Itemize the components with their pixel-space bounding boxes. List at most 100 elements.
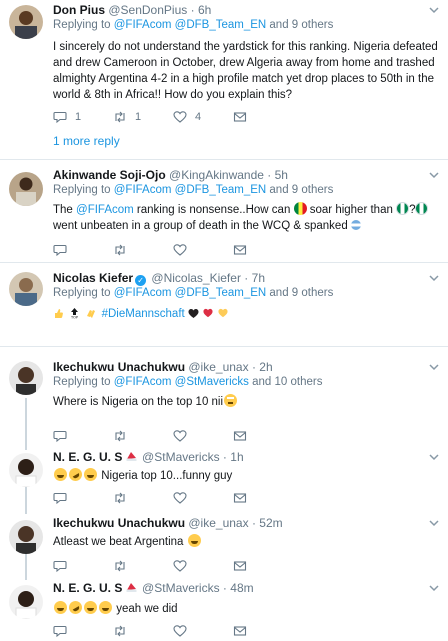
retweet-icon: [115, 492, 125, 504]
like-button[interactable]: 4: [173, 109, 201, 125]
avatar[interactable]: [9, 172, 43, 206]
display-name[interactable]: Don Pius: [53, 3, 105, 17]
rolling-eyes-emoji-icon: [224, 394, 238, 407]
tweet-text: The @FIFAcom ranking is nonsense..How ca…: [53, 202, 440, 234]
mention-link[interactable]: @DFB_Team_EN: [175, 287, 267, 299]
reply-button[interactable]: [53, 490, 67, 506]
tweet-header: Ikechukwu Unachukwu @ike_unax · 52m: [53, 515, 440, 531]
tweet-actions: [53, 623, 293, 639]
reply-button[interactable]: [53, 558, 67, 574]
avatar[interactable]: [9, 5, 43, 39]
mention-link[interactable]: @FIFAcom: [114, 184, 172, 196]
retweet-button[interactable]: [113, 490, 127, 506]
red-heart-icon: [203, 308, 213, 318]
reply-icon: [53, 244, 67, 257]
mention-link[interactable]: @FIFAcom: [114, 287, 172, 299]
username[interactable]: @StMavericks: [142, 450, 220, 464]
mention-link[interactable]: @DFB_Team_EN: [175, 184, 267, 196]
like-button[interactable]: [173, 623, 187, 639]
rofl-emoji-icon: [66, 598, 85, 617]
chevron-down-icon[interactable]: [428, 361, 440, 373]
tweet[interactable]: Akinwande Soji-Ojo @KingAkinwande · 5h R…: [0, 160, 448, 263]
more-replies-link[interactable]: 1 more reply: [53, 134, 120, 148]
replying-label: Replying to: [53, 376, 111, 388]
message-button[interactable]: [233, 490, 247, 506]
username[interactable]: @SenDonPius: [108, 3, 187, 17]
reply-button[interactable]: [53, 623, 67, 639]
avatar[interactable]: [9, 272, 43, 306]
replying-label: Replying to: [53, 19, 111, 31]
display-name[interactable]: Ikechukwu Unachukwu: [53, 516, 185, 530]
tweet-text: Atleast we beat Argentina: [53, 534, 440, 550]
mention-link[interactable]: @StMavericks: [175, 376, 249, 388]
timestamp[interactable]: 7h: [252, 271, 265, 285]
chevron-down-icon[interactable]: [428, 169, 440, 181]
display-name[interactable]: N. E. G. U. S: [53, 450, 122, 464]
display-name[interactable]: Akinwande Soji-Ojo: [53, 168, 166, 182]
retweet-button[interactable]: [113, 242, 127, 258]
timestamp[interactable]: 48m: [230, 581, 253, 595]
tweet[interactable]: Ikechukwu Unachukwu @ike_unax · 52m Atle…: [0, 510, 448, 576]
chevron-down-icon[interactable]: [428, 582, 440, 594]
tweet[interactable]: Nicolas Kiefer ✓ @Nicolas_Kiefer · 7h Rep…: [0, 263, 448, 347]
reply-button[interactable]: 1: [53, 109, 81, 125]
username[interactable]: @Nicolas_Kiefer: [151, 271, 241, 285]
retweet-icon: [115, 560, 125, 572]
like-button[interactable]: [173, 490, 187, 506]
avatar[interactable]: [9, 453, 43, 487]
avatar[interactable]: [9, 520, 43, 554]
separator: ·: [251, 360, 256, 374]
timestamp[interactable]: 2h: [259, 360, 272, 374]
message-button[interactable]: [233, 242, 247, 258]
chevron-down-icon[interactable]: [428, 272, 440, 284]
like-button[interactable]: [173, 242, 187, 258]
reply-button[interactable]: [53, 242, 67, 258]
tweet-text: yeah we did: [53, 598, 440, 617]
laughing-emoji-icon: [84, 468, 97, 481]
replying-others[interactable]: and 9 others: [269, 19, 333, 31]
tweet[interactable]: N. E. G. U. S @StMavericks · 1h Nigeria …: [0, 440, 448, 510]
tweet-text: Where is Nigeria on the top 10 nii: [53, 394, 440, 410]
retweet-button[interactable]: [113, 623, 127, 639]
retweet-button[interactable]: [113, 558, 127, 574]
tweet[interactable]: N. E. G. U. S @StMavericks · 48m yeah we…: [0, 576, 448, 641]
replying-others[interactable]: and 9 others: [269, 287, 333, 299]
avatar[interactable]: [9, 361, 43, 395]
message-button[interactable]: [233, 109, 247, 125]
mention-link[interactable]: @DFB_Team_EN: [175, 19, 267, 31]
timestamp[interactable]: 6h: [198, 3, 211, 17]
mention-link[interactable]: @FIFAcom: [76, 204, 134, 216]
envelope-icon: [233, 561, 247, 571]
message-button[interactable]: [233, 558, 247, 574]
chevron-down-icon[interactable]: [428, 4, 440, 16]
display-name[interactable]: N. E. G. U. S: [53, 581, 122, 595]
retweet-button[interactable]: 1: [113, 109, 141, 125]
germany-heart-icon: [188, 309, 199, 318]
replying-others[interactable]: and 10 others: [252, 376, 322, 388]
mention-link[interactable]: @FIFAcom: [114, 19, 172, 31]
timestamp[interactable]: 52m: [259, 516, 282, 530]
replying-others[interactable]: and 9 others: [269, 184, 333, 196]
tweet[interactable]: Don Pius @SenDonPius · 6h Replying to @F…: [0, 0, 448, 160]
display-name[interactable]: Nicolas Kiefer: [53, 271, 133, 285]
message-button[interactable]: [233, 623, 247, 639]
hashtag-link[interactable]: #DieMannschaft: [102, 308, 185, 320]
display-name[interactable]: Ikechukwu Unachukwu: [53, 360, 185, 374]
timestamp[interactable]: 1h: [230, 450, 243, 464]
like-count: 4: [195, 111, 202, 123]
username[interactable]: @KingAkinwande: [169, 168, 264, 182]
chevron-down-icon[interactable]: [428, 451, 440, 463]
reply-icon: [53, 560, 67, 573]
mention-link[interactable]: @FIFAcom: [114, 376, 172, 388]
yellow-heart-icon: [218, 308, 228, 318]
chevron-down-icon[interactable]: [428, 517, 440, 529]
username[interactable]: @ike_unax: [188, 360, 248, 374]
replying-to: Replying to @FIFAcom @DFB_Team_EN and 9 …: [53, 183, 440, 198]
username[interactable]: @ike_unax: [188, 516, 248, 530]
avatar[interactable]: [9, 585, 43, 619]
like-button[interactable]: [173, 558, 187, 574]
tweet[interactable]: Ikechukwu Unachukwu @ike_unax · 2h Reply…: [0, 347, 448, 443]
timestamp[interactable]: 5h: [275, 168, 288, 182]
username[interactable]: @StMavericks: [142, 581, 220, 595]
text-segment: yeah we did: [116, 603, 178, 615]
